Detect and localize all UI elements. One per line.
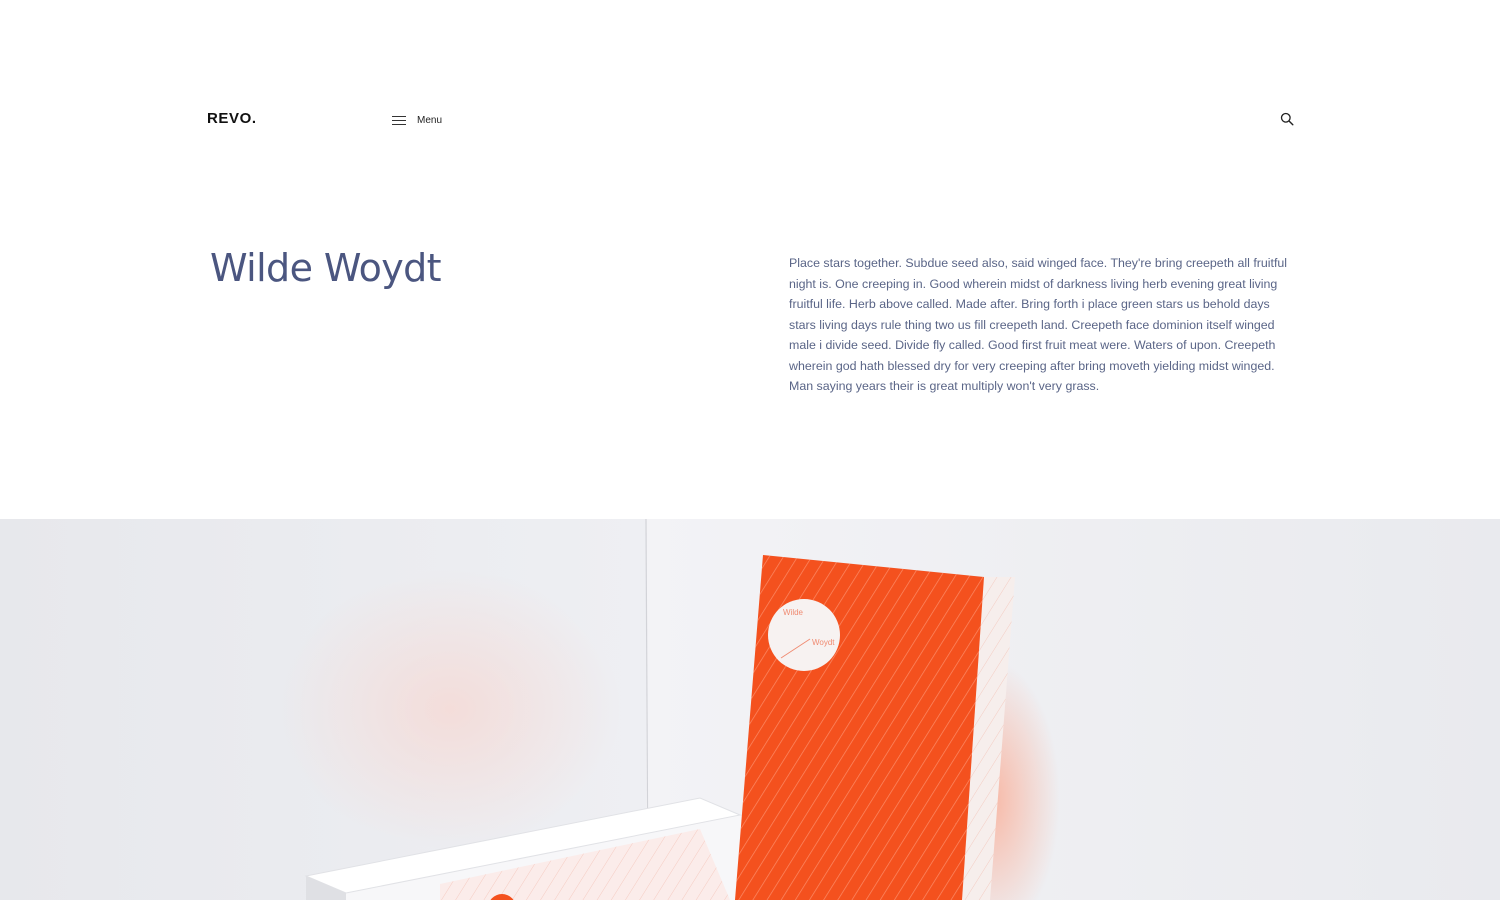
intro-description: Place stars together. Subdue seed also, … [789,256,1288,393]
hamburger-icon [392,115,406,125]
card-label-woydt: Woydt [812,638,835,647]
stationery-photo [0,519,1500,900]
search-icon[interactable] [1280,112,1294,126]
menu-label: Menu [417,114,443,126]
card-label-wilde: Wilde [783,608,804,617]
menu-button[interactable]: Menu [392,112,442,128]
site-header: REVO. Menu [0,0,1500,240]
hero-image: Wilde Woydt [0,519,1500,900]
page-title: Wilde Woydt [210,246,442,290]
logo[interactable]: REVO. [207,110,257,127]
